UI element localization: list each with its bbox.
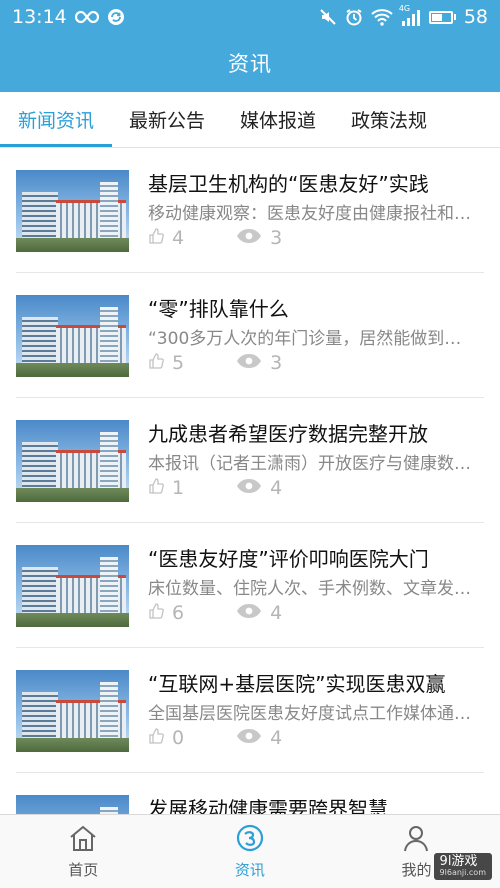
view-count: 3 [236, 227, 282, 249]
news-meta: 6 4 [148, 602, 282, 624]
like-count-value: 5 [172, 352, 185, 374]
news-list: 基层卫生机构的“医患友好”实践 移动健康观察：医患友好度由健康报社和中国... … [0, 148, 500, 814]
tab-news[interactable]: 新闻资讯 [0, 92, 112, 147]
tab-label: 最新公告 [128, 110, 205, 132]
view-count-value: 4 [270, 727, 283, 749]
like-count: 6 [148, 602, 184, 624]
like-count: 4 [148, 227, 184, 249]
news-item[interactable]: “医患友好度”评价叩响医院大门 床位数量、住院人次、手术例数、文章发表... 6… [0, 523, 500, 648]
status-bar: 13:14 4G 58 [0, 0, 500, 34]
watermark-site: 9l6anji.com [439, 868, 486, 878]
news-title: “医患友好度”评价叩响医院大门 [148, 547, 429, 571]
like-count-value: 0 [172, 727, 185, 749]
thumbs-up-icon [148, 477, 164, 499]
nav-news[interactable]: 资讯 [167, 815, 334, 888]
status-time: 13:14 [12, 6, 67, 28]
infinity-icon [74, 10, 99, 24]
news-item[interactable]: “互联网+基层医院”实现医患双赢 全国基层医院医患友好度试点工作媒体通气会...… [0, 648, 500, 773]
like-count-value: 4 [172, 227, 185, 249]
bottom-nav: 首页 资讯 我的 [0, 814, 500, 888]
tab-label: 政策法规 [350, 110, 427, 132]
sync-icon [107, 8, 125, 26]
like-count: 0 [148, 727, 184, 749]
alarm-icon [345, 8, 363, 26]
news-title: 发展移动健康需要跨界智慧 [148, 797, 388, 814]
news-item[interactable]: “零”排队靠什么 “300多万人次的年门诊量，居然能做到零排队... 5 3 [0, 273, 500, 398]
page-title: 资讯 [228, 52, 272, 76]
news-item[interactable]: 九成患者希望医疗数据完整开放 本报讯（记者王潇雨）开放医疗与健康数据... 1 … [0, 398, 500, 523]
eye-icon [236, 727, 262, 749]
nav-label: 我的 [401, 860, 432, 879]
news-meta: 5 3 [148, 352, 282, 374]
news-summary: 全国基层医院医患友好度试点工作媒体通气会... [148, 704, 473, 724]
news-item[interactable]: 基层卫生机构的“医患友好”实践 移动健康观察：医患友好度由健康报社和中国... … [0, 148, 500, 273]
view-count-value: 3 [270, 352, 283, 374]
view-count: 4 [236, 477, 282, 499]
eye-icon [236, 227, 262, 249]
news-title: 基层卫生机构的“医患友好”实践 [148, 172, 429, 196]
news-thumbnail [16, 295, 129, 377]
tab-policies[interactable]: 政策法规 [334, 92, 444, 147]
battery-percentage: 58 [463, 6, 488, 28]
like-count: 5 [148, 352, 184, 374]
signal-icon: 4G [399, 4, 421, 26]
view-count: 4 [236, 602, 282, 624]
news-meta: 0 4 [148, 727, 282, 749]
tab-label: 媒体报道 [239, 110, 316, 132]
eye-icon [236, 352, 262, 374]
news-thumbnail [16, 420, 129, 502]
app-bar: 资讯 [0, 34, 500, 92]
thumbs-up-icon [148, 227, 164, 249]
watermark-brand: 9l游戏 [439, 853, 478, 869]
watermark-logo: 9l游戏 9l6anji.com [433, 852, 492, 880]
thumbs-up-icon [148, 352, 164, 374]
news-meta: 4 3 [148, 227, 282, 249]
view-count: 4 [236, 727, 282, 749]
news-title: “零”排队靠什么 [148, 297, 289, 321]
mute-icon [319, 8, 337, 26]
wifi-icon [371, 8, 393, 26]
tab-announcements[interactable]: 最新公告 [112, 92, 222, 147]
category-tabs: 新闻资讯 最新公告 媒体报道 政策法规 [0, 92, 500, 148]
news-title: “互联网+基层医院”实现医患双赢 [148, 672, 446, 696]
network-label: 4G [398, 3, 411, 13]
news-item[interactable]: 发展移动健康需要跨界智慧 [0, 773, 500, 814]
news-thumbnail [16, 670, 129, 752]
thumbs-up-icon [148, 602, 164, 624]
news-thumbnail [16, 170, 129, 252]
news-title: 九成患者希望医疗数据完整开放 [148, 422, 428, 446]
news-summary: 移动健康观察：医患友好度由健康报社和中国... [148, 204, 473, 224]
nav-label: 资讯 [234, 860, 265, 879]
user-icon [401, 824, 431, 856]
news-meta: 1 4 [148, 477, 282, 499]
news-icon [235, 824, 265, 856]
eye-icon [236, 477, 262, 499]
news-thumbnail [16, 545, 129, 627]
home-icon [68, 824, 98, 856]
like-count-value: 1 [172, 477, 185, 499]
like-count-value: 6 [172, 602, 185, 624]
news-summary: “300多万人次的年门诊量，居然能做到零排队... [148, 329, 473, 349]
thumbs-up-icon [148, 727, 164, 749]
eye-icon [236, 602, 262, 624]
view-count: 3 [236, 352, 282, 374]
tab-media-reports[interactable]: 媒体报道 [222, 92, 334, 147]
news-summary: 床位数量、住院人次、手术例数、文章发表... [148, 579, 473, 599]
view-count-value: 4 [270, 477, 283, 499]
view-count-value: 3 [270, 227, 283, 249]
nav-home[interactable]: 首页 [0, 815, 167, 888]
news-summary: 本报讯（记者王潇雨）开放医疗与健康数据... [148, 454, 473, 474]
tab-label: 新闻资讯 [17, 110, 94, 132]
battery-icon [428, 10, 456, 24]
news-thumbnail [16, 795, 129, 814]
nav-label: 首页 [68, 860, 99, 879]
like-count: 1 [148, 477, 184, 499]
view-count-value: 4 [270, 602, 283, 624]
